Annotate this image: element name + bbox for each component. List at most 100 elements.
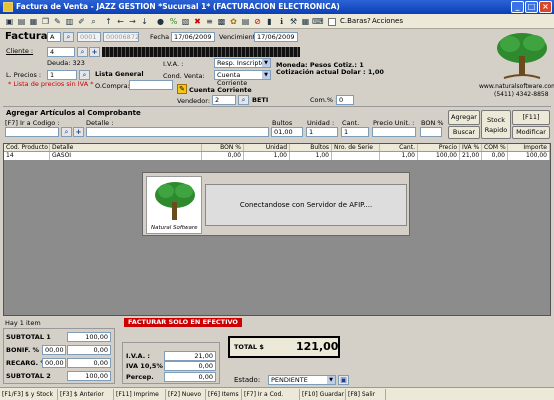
arrow-right-icon[interactable]: → [127,16,138,27]
item-count: Hay 1 item [5,319,41,327]
cliente-add-icon[interactable]: + [89,47,100,57]
letter-search-icon[interactable]: ⌕ [63,32,74,42]
col-header[interactable]: Detalle [50,144,202,151]
cliente-search-icon[interactable]: ⌕ [77,47,88,57]
lookup-icon[interactable]: ⌕ [88,16,99,27]
codigo-search-icon[interactable]: ⌕ [61,127,72,137]
agregar-button[interactable]: Agregar [448,110,480,125]
estado-save-icon[interactable]: ▣ [338,375,349,385]
save-icon[interactable]: ▣ [4,16,15,27]
codigo-add-icon[interactable]: + [73,127,84,137]
col-header[interactable]: Cod. Producto [4,144,50,151]
cancel-icon[interactable]: ⊘ [252,16,263,27]
bultos-field[interactable]: 01,00 [271,127,303,137]
edit-icon[interactable]: ✐ [76,16,87,27]
precio-unit-field[interactable] [372,127,416,137]
col-header[interactable]: Nro. de Serie [332,144,380,151]
detalle-field[interactable] [86,127,269,137]
status-f11[interactable]: [F11] Imprime [114,389,166,400]
table-row[interactable]: 14 GASOI 0,00 1,00 1,00 1,00 100,00 21,0… [4,152,550,160]
list-icon[interactable]: ≡ [204,16,215,27]
lprecios-search-icon[interactable]: ⌕ [79,70,90,80]
title-bar: Factura de Venta - JAZZ GESTION *Sucursa… [0,0,554,14]
status-f6[interactable]: [F6] Items [206,389,242,400]
doc-icon[interactable]: ▤ [240,16,251,27]
recarg-pct-field[interactable]: 00,00 [42,358,66,368]
vendedor-search-icon[interactable]: ⌕ [238,95,249,105]
subtotal1-label: SUBTOTAL 1 [6,333,51,341]
calendar-icon[interactable]: ▦ [300,16,311,27]
percent-icon[interactable]: % [168,16,179,27]
status-f7[interactable]: [F7] Ir a Cod. [242,389,300,400]
unidad-field[interactable]: 1 [306,127,338,137]
gear-icon[interactable]: ✿ [228,16,239,27]
cond-venta-select[interactable]: Cuenta Corriente ▼ [214,70,271,87]
col-header[interactable]: Unidad [244,144,290,151]
maximize-button[interactable]: □ [525,1,538,13]
calc-icon[interactable]: ▧ [180,16,191,27]
table-cell: 21,00 [460,152,482,160]
arrow-down-icon[interactable]: ↓ [139,16,150,27]
percep-field[interactable]: 0,00 [164,372,216,382]
cliente-code-field[interactable]: 4 [47,47,75,57]
info-icon[interactable]: ℹ [276,16,287,27]
paste-icon[interactable]: ▥ [64,16,75,27]
col-header[interactable]: COM % [482,144,508,151]
cant-field[interactable]: 1 [341,127,369,137]
col-header[interactable]: Bultos [290,144,332,151]
table-cell: 1,00 [244,152,290,160]
status-f8[interactable]: [F8] Salir [346,389,386,400]
delete-icon[interactable]: ✖ [192,16,203,27]
status-f1[interactable]: [F1/F3] $ y Stock [0,389,58,400]
open-icon[interactable]: ▦ [28,16,39,27]
col-header[interactable]: IVA % [460,144,482,151]
status-f10[interactable]: [F10] Guardar [300,389,346,400]
brand-url: www.naturalsoftware.com.ar [479,83,554,90]
vencimiento-field[interactable]: 17/06/2009 [254,32,298,42]
acciones-menu[interactable]: Acciones [372,16,403,27]
tool-icon[interactable]: ⚒ [288,16,299,27]
estado-select[interactable]: PENDIENTE ▼ [268,375,336,385]
arrow-up-icon[interactable]: ↑ [103,16,114,27]
bonif-pct-field[interactable]: 00,00 [42,345,66,355]
keyboard-icon[interactable]: ⌨ [312,16,324,27]
pv-field: 0001 [77,32,101,42]
lprecios-field[interactable]: 1 [47,70,77,80]
status-f2[interactable]: [F2] Nuevo [166,389,206,400]
cbaras-checkbox[interactable] [328,18,336,26]
bon-field[interactable] [420,127,442,137]
arrow-left-icon[interactable]: ← [115,16,126,27]
bon-label: BON % [421,119,444,127]
copy-icon[interactable]: ❐ [40,16,51,27]
table-cell: 100,00 [508,152,550,160]
vendedor-field[interactable]: 2 [212,95,236,105]
codigo-field[interactable] [5,127,59,137]
col-header[interactable]: Precio [418,144,460,151]
stock-rapido-button[interactable]: Stock Rapido [481,110,511,139]
new-icon[interactable]: ✎ [52,16,63,27]
grid-icon[interactable]: ▩ [216,16,227,27]
close-button[interactable]: × [539,1,552,13]
col-header[interactable]: Importe [508,144,550,151]
minimize-button[interactable]: _ [511,1,524,13]
subtotal2-label: SUBTOTAL 2 [6,372,51,380]
print-icon[interactable]: ▤ [16,16,27,27]
ocompra-field[interactable] [129,80,173,90]
chart-icon[interactable]: ▮ [264,16,275,27]
fecha-field[interactable]: 17/06/2009 [171,32,215,42]
col-header[interactable]: BON % [202,144,244,151]
status-f3[interactable]: [F3] $ Anterior [58,389,114,400]
status-bar: [F1/F3] $ y Stock [F3] $ Anterior [F11] … [0,387,554,400]
modificar-button[interactable]: Modificar [512,126,550,139]
dialog-logo-text: Natural Software [151,225,198,231]
cliente-label: Cliente : [6,47,34,55]
cond-venta-value: Cuenta Corriente [217,71,248,87]
borrar-button[interactable]: [F11] Borrar [512,110,550,134]
letter-field[interactable]: A [47,32,61,42]
buscar-button[interactable]: Buscar [448,126,480,139]
iva-select[interactable]: Resp. Inscripto ▼ [214,58,271,68]
dialog-logo-box: Natural Software [146,176,202,234]
circle-icon[interactable]: ● [155,16,166,27]
com-field[interactable]: 0 [336,95,354,105]
col-header[interactable]: Cant. [380,144,418,151]
